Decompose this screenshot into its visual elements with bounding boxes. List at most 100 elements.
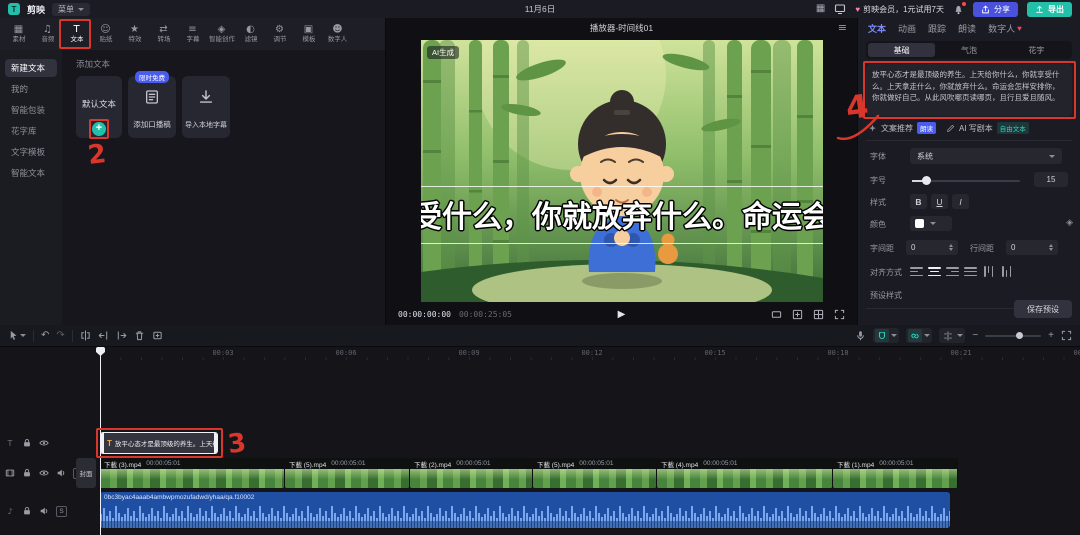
size-slider-knob[interactable] xyxy=(922,176,931,185)
tool-filters[interactable]: ◐滤镜 xyxy=(236,18,265,50)
record-voiceover-icon[interactable] xyxy=(855,330,866,341)
layout-grid-icon[interactable]: ▦ xyxy=(816,4,825,14)
align-center-icon[interactable] xyxy=(928,266,941,277)
align-right-icon[interactable] xyxy=(946,266,959,277)
video-clip[interactable]: 下載 (1).mp400:00:05:01 xyxy=(833,458,958,488)
tab-text[interactable]: 文本 xyxy=(868,22,886,35)
chevron-down-icon[interactable] xyxy=(957,334,963,340)
zoom-slider-knob[interactable] xyxy=(1016,332,1023,339)
magnet-icon[interactable] xyxy=(875,329,889,342)
ai-script-label[interactable]: AI 写剧本 xyxy=(959,123,993,134)
split-icon[interactable] xyxy=(80,330,91,341)
tool-captions[interactable]: ≡字幕 xyxy=(178,18,207,50)
tool-digital-human[interactable]: ☻数字人 xyxy=(323,18,352,50)
lock-icon[interactable] xyxy=(22,468,32,478)
sidebar-item-fancy-text[interactable]: 花字库 xyxy=(5,122,57,140)
sidebar-item-new-text[interactable]: 新建文本 xyxy=(5,59,57,77)
save-preset-button[interactable]: 保存预设 xyxy=(1014,300,1072,318)
import-subtitles-card[interactable]: 导入本地字幕 xyxy=(182,76,230,138)
underline-button[interactable]: U xyxy=(931,194,948,209)
video-clip[interactable]: 下載 (5).mp400:00:05:01 xyxy=(285,458,410,488)
tab-digital-human[interactable]: 数字人♥ xyxy=(988,22,1022,35)
video-clip[interactable]: 下載 (3).mp400:00:05:01 xyxy=(100,458,285,488)
tool-ai-create[interactable]: ◈智能创作 xyxy=(207,18,236,50)
tool-sticker[interactable]: ☺贴纸 xyxy=(91,18,120,50)
align-justify-icon[interactable] xyxy=(964,266,977,277)
undo-icon[interactable]: ↶ xyxy=(41,331,49,341)
freeze-frame-icon[interactable] xyxy=(152,330,163,341)
sidebar-item-mine[interactable]: 我的 xyxy=(5,80,57,98)
zoom-out-icon[interactable]: − xyxy=(972,331,978,341)
menu-button[interactable]: 菜单 xyxy=(52,3,90,16)
playhead-line[interactable] xyxy=(100,347,101,535)
cover-button[interactable]: 封面 xyxy=(76,458,96,488)
grid-icon[interactable] xyxy=(813,309,824,320)
clip-trim-handle-left[interactable] xyxy=(101,433,104,453)
cursor-tool-icon[interactable] xyxy=(8,330,26,341)
player-menu-icon[interactable]: ≡ xyxy=(838,21,847,34)
zoom-in-icon[interactable]: + xyxy=(1048,331,1054,341)
workspace-icon[interactable] xyxy=(834,3,846,15)
align-left-icon[interactable] xyxy=(910,266,923,277)
tab-animation[interactable]: 动画 xyxy=(898,22,916,35)
subtab-bubble[interactable]: 气泡 xyxy=(935,43,1002,57)
preview-canvas[interactable]: AI生成 受什么，你就放弃什么。命运会 xyxy=(421,40,823,302)
text-content-input[interactable]: 放平心态才是最顶级的养生。上天给你什么，你就享受什么。上天拿走什么，你就放弃什么… xyxy=(866,64,1072,116)
timeline-zoom-slider[interactable] xyxy=(985,335,1041,337)
align-vertical-right-icon[interactable] xyxy=(1000,266,1013,277)
copy-suggestion-label[interactable]: 文案推荐 xyxy=(881,123,913,134)
letter-spacing-stepper[interactable]: 0 xyxy=(906,240,958,255)
size-value[interactable]: 15 xyxy=(1034,172,1068,187)
solo-track-badge[interactable]: S xyxy=(56,506,67,517)
tool-effects[interactable]: ★特效 xyxy=(120,18,149,50)
speaker-icon[interactable] xyxy=(39,506,49,516)
eye-icon[interactable] xyxy=(39,438,49,448)
vip-banner[interactable]: ♥ 剪映会员，1元试用7天 xyxy=(855,4,944,15)
clip-trim-handle-right[interactable] xyxy=(214,433,217,453)
eye-icon[interactable] xyxy=(39,468,49,478)
align-vertical-icon[interactable] xyxy=(982,266,995,277)
line-spacing-stepper[interactable]: 0 xyxy=(1006,240,1058,255)
timeline-ruler[interactable]: 00:03 00:06 00:09 00:12 00:15 00:18 00:2… xyxy=(0,347,1080,361)
stepper-arrows-icon[interactable] xyxy=(949,242,953,253)
video-clip[interactable]: 下載 (2).mp400:00:05:01 xyxy=(410,458,533,488)
color-picker-icon[interactable]: ◈ xyxy=(1066,218,1073,228)
tab-read-aloud[interactable]: 朗读 xyxy=(958,22,976,35)
text-clip-selected[interactable]: T 放平心态才是最顶级的养生。上天给你什... xyxy=(100,432,218,454)
lock-icon[interactable] xyxy=(22,506,32,516)
color-select[interactable] xyxy=(910,216,952,231)
chevron-down-icon[interactable] xyxy=(891,334,897,340)
link-icon[interactable] xyxy=(908,329,922,342)
redo-icon[interactable]: ↷ xyxy=(56,331,64,341)
voiceover-script-card[interactable]: 限时免费 添加口播稿 xyxy=(128,76,176,138)
tool-text[interactable]: T文本 xyxy=(62,18,91,50)
delete-icon[interactable] xyxy=(134,330,145,341)
sidebar-item-smart-package[interactable]: 智能包装 xyxy=(5,101,57,119)
tool-media[interactable]: ▦素材 xyxy=(4,18,33,50)
stepper-arrows-icon[interactable] xyxy=(1049,242,1053,253)
chevron-down-icon[interactable] xyxy=(924,334,930,340)
export-button[interactable]: 导出 xyxy=(1027,2,1072,17)
share-button[interactable]: 分享 xyxy=(973,2,1018,17)
sidebar-item-text-templates[interactable]: 文字模板 xyxy=(5,143,57,161)
notification-bell-icon[interactable] xyxy=(953,4,964,15)
fullscreen-icon[interactable] xyxy=(834,309,845,320)
play-button[interactable]: ▶ xyxy=(618,309,626,320)
add-default-text-button[interactable]: + xyxy=(92,122,106,136)
subtitle-overlay[interactable]: 受什么，你就放弃什么。命运会 xyxy=(421,192,823,236)
tool-templates[interactable]: ▣模板 xyxy=(294,18,323,50)
subtab-basic[interactable]: 基础 xyxy=(868,43,935,57)
fit-timeline-icon[interactable] xyxy=(1061,330,1072,341)
subtab-fancy[interactable]: 花字 xyxy=(1003,43,1070,57)
fit-icon[interactable] xyxy=(792,309,803,320)
ratio-icon[interactable] xyxy=(771,309,782,320)
tool-adjust[interactable]: ⚙调节 xyxy=(265,18,294,50)
speaker-icon[interactable] xyxy=(56,468,66,478)
default-text-card[interactable]: 默认文本 + xyxy=(76,76,122,138)
lock-icon[interactable] xyxy=(22,438,32,448)
font-select[interactable]: 系统 xyxy=(910,148,1062,164)
sidebar-item-smart-text[interactable]: 智能文本 xyxy=(5,164,57,182)
trim-right-icon[interactable] xyxy=(116,330,127,341)
bold-button[interactable]: B xyxy=(910,194,927,209)
video-clip[interactable]: 下載 (4).mp400:00:05:01 xyxy=(657,458,833,488)
